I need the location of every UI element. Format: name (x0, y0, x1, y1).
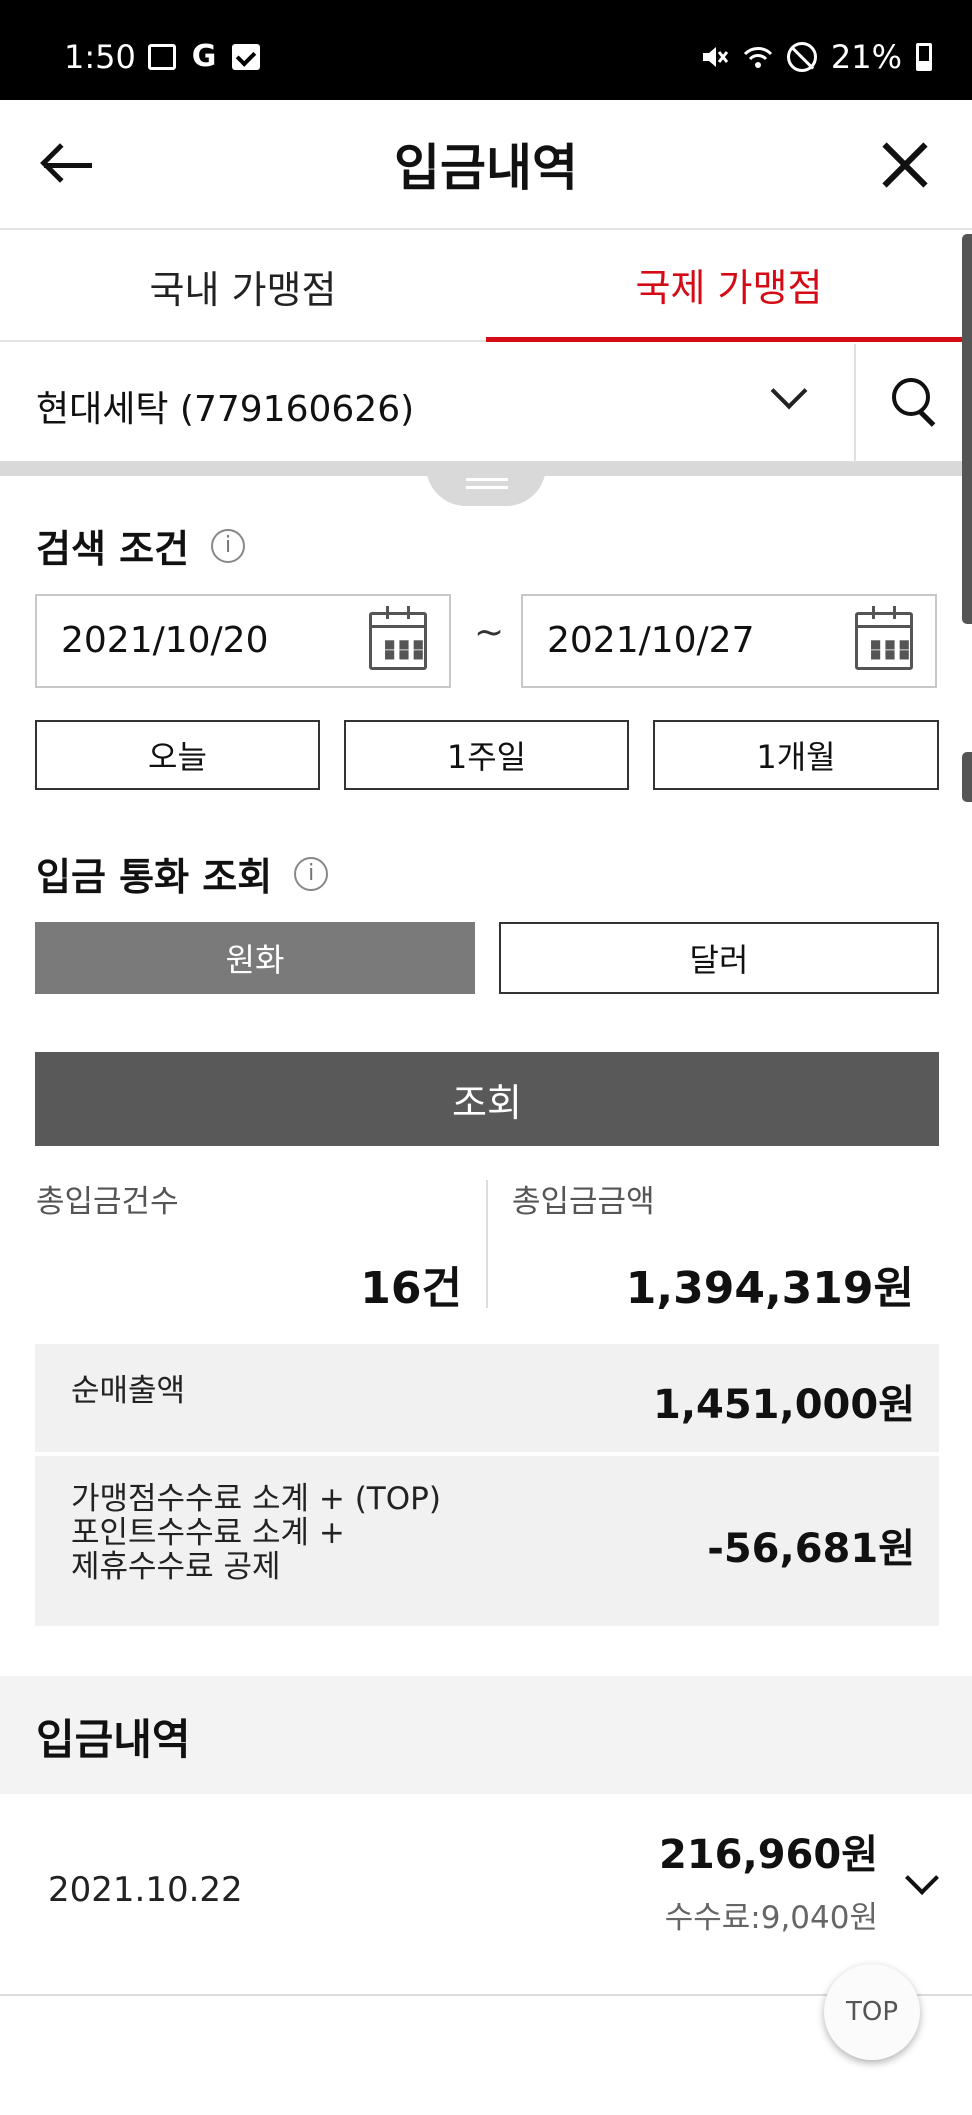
fee-deduction-value: -56,681원 (707, 1526, 915, 1572)
status-bar: 1:50 G 21% (0, 0, 972, 100)
summary-divider (486, 1180, 488, 1308)
scrollbar-indicator (962, 752, 972, 802)
search-button[interactable]: 조회 (35, 1052, 939, 1146)
start-date-value: 2021/10/20 (61, 620, 269, 661)
battery-icon (916, 43, 932, 71)
date-range-separator: ~ (474, 612, 505, 653)
period-today-button[interactable]: 오늘 (35, 720, 320, 790)
total-count-value: 16건 (360, 1263, 462, 1314)
info-icon[interactable]: i (211, 528, 246, 563)
mute-icon (702, 47, 729, 67)
scroll-top-button[interactable]: TOP (824, 1964, 920, 2060)
history-title: 입금내역 (36, 1715, 191, 1764)
fee-label-line1: 가맹점수수료 소계 + (TOP) (71, 1481, 441, 1517)
page-title: 입금내역 (394, 139, 578, 197)
history-header: 입금내역 (0, 1676, 972, 1794)
deposit-amount: 216,960원 (659, 1832, 878, 1878)
start-date-field[interactable]: 2021/10/20 ■■■ ■■■ (35, 594, 451, 688)
notification-icons: G (148, 39, 260, 74)
deposit-date: 2021.10.22 (48, 1870, 243, 1910)
total-amount-label: 총입금금액 (512, 1184, 655, 1220)
system-icons: 21% (699, 38, 932, 76)
scrollbar[interactable] (962, 234, 972, 624)
end-date-field[interactable]: 2021/10/27 ■■■ ■■■ (521, 594, 937, 688)
currency-title: 입금 통화 조회 i (36, 846, 329, 901)
google-icon: G (191, 39, 217, 74)
end-date-value: 2021/10/27 (547, 620, 755, 661)
period-1week-button[interactable]: 1주일 (344, 720, 629, 790)
merchant-search-button[interactable] (854, 344, 972, 462)
battery-percent: 21% (830, 38, 902, 76)
fee-label-line2: 포인트수수료 소계 + (71, 1515, 345, 1551)
search-conditions-label: 검색 조건 (36, 527, 190, 571)
merchant-name: 현대세탁 (779160626) (36, 389, 415, 430)
close-icon[interactable] (880, 140, 930, 190)
total-count-label: 총입금건수 (36, 1184, 179, 1220)
currency-krw-button[interactable]: 원화 (35, 922, 475, 994)
total-amount-value: 1,394,319원 (625, 1263, 914, 1314)
search-icon (892, 378, 936, 427)
search-conditions-title: 검색 조건 i (36, 518, 246, 573)
do-not-disturb-icon (786, 42, 817, 72)
merchant-selector-row: 현대세탁 (779160626) (0, 344, 972, 462)
calendar-icon[interactable]: ■■■ ■■■ (855, 606, 913, 670)
fee-deduction-label: 가맹점수수료 소계 + (TOP) 포인트수수료 소계 + 제휴수수료 공제 (71, 1482, 441, 1584)
checkbox-icon (232, 44, 260, 70)
deposit-fee: 수수료:9,040원 (664, 1900, 878, 1936)
tab-international-merchant[interactable]: 국제 가맹점 (486, 232, 972, 342)
currency-label: 입금 통화 조회 (36, 855, 273, 899)
fee-deduction-row: 가맹점수수료 소계 + (TOP) 포인트수수료 소계 + 제휴수수료 공제 -… (35, 1456, 939, 1626)
net-sales-row: 순매출액 1,451,000원 (35, 1344, 939, 1454)
app-header: 입금내역 (0, 100, 972, 230)
status-time: 1:50 (64, 38, 136, 76)
image-icon (148, 44, 176, 70)
merchant-dropdown[interactable]: 현대세탁 (779160626) (0, 344, 854, 462)
chevron-down-icon[interactable] (905, 1861, 939, 1895)
calendar-icon[interactable]: ■■■ ■■■ (369, 606, 427, 670)
merchant-type-tabs: 국내 가맹점 국제 가맹점 (0, 232, 972, 342)
fee-label-line3: 제휴수수료 공제 (71, 1549, 281, 1585)
net-sales-label: 순매출액 (71, 1373, 186, 1409)
period-1month-button[interactable]: 1개월 (653, 720, 939, 790)
net-sales-value: 1,451,000원 (652, 1382, 915, 1428)
currency-usd-button[interactable]: 달러 (499, 922, 939, 994)
drag-handle[interactable] (426, 466, 546, 506)
tab-domestic-merchant[interactable]: 국내 가맹점 (0, 232, 486, 342)
chevron-down-icon (770, 372, 808, 410)
info-icon[interactable]: i (294, 856, 329, 891)
wifi-icon (743, 47, 772, 68)
list-item[interactable]: 2021.10.22 216,960원 수수료:9,040원 (0, 1794, 972, 1996)
